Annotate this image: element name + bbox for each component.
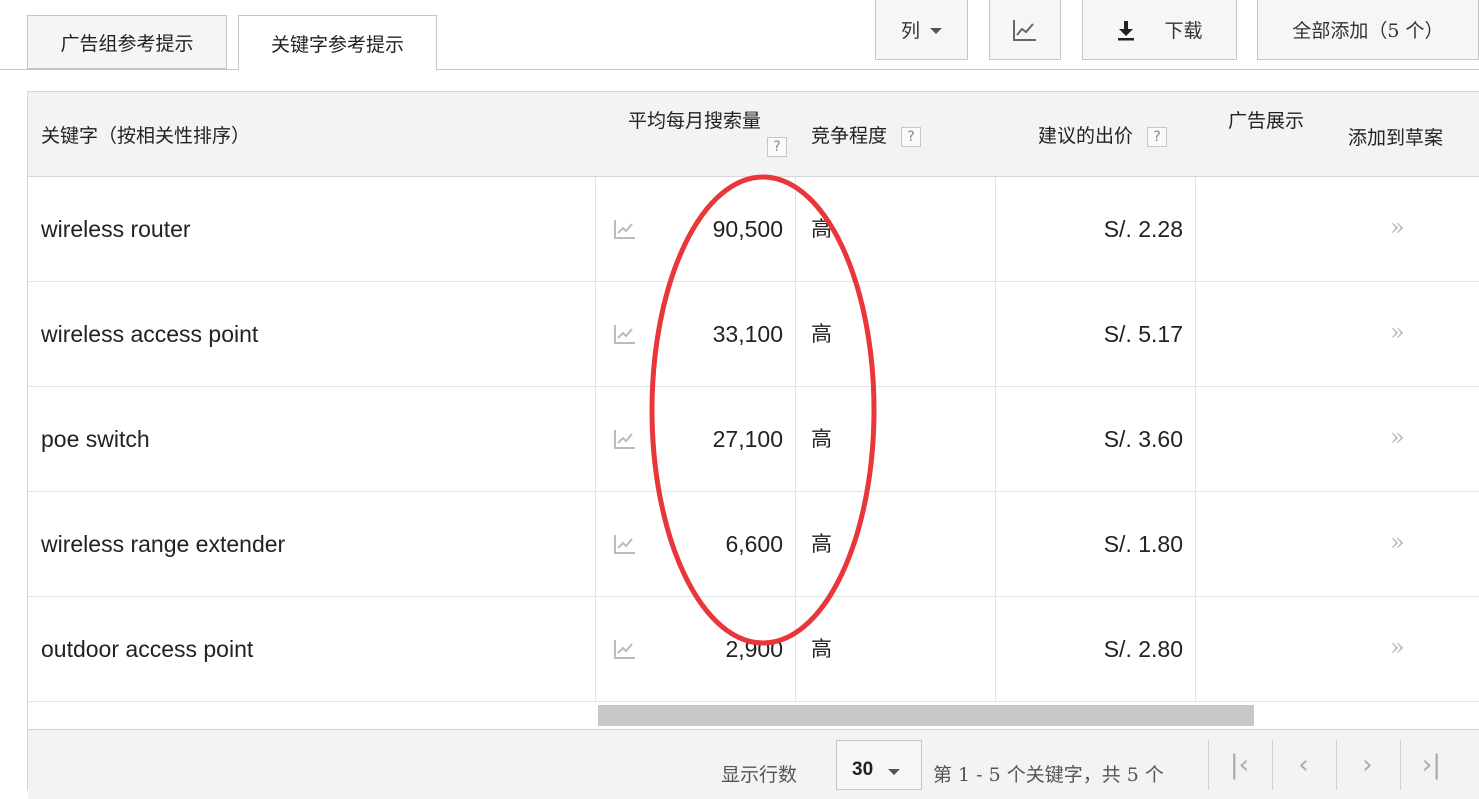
table-row: poe switch 27,100 高 S/. 3.60 » [28,387,1479,492]
column-divider [1195,492,1196,596]
last-page-icon[interactable]: ›| [1400,740,1462,790]
help-icon[interactable]: ? [767,137,787,157]
column-divider [795,282,796,386]
horizontal-scrollbar[interactable] [28,702,1479,729]
table-row: wireless router 90,500 高 S/. 2.28 » [28,177,1479,282]
top-bar: 广告组参考提示 关键字参考提示 列 下载 全部添加（5 个） [0,0,1479,71]
scrollbar-thumb[interactable] [598,705,1254,726]
keyword-cell: wireless router [41,216,191,242]
avg-monthly-searches-cell: 27,100 [712,426,783,452]
column-divider [595,387,596,491]
chart-icon[interactable] [613,323,637,345]
header-avg-monthly-searches[interactable]: 平均每月搜索量 [628,106,761,133]
next-page-icon[interactable]: › [1336,740,1398,790]
help-icon[interactable]: ? [901,127,922,147]
chevron-down-icon [930,28,942,34]
column-divider [595,597,596,701]
column-divider [795,387,796,491]
column-divider [595,492,596,596]
competition-cell: 高 [811,217,832,241]
keyword-cell: wireless range extender [41,531,286,557]
header-suggested-bid-label: 建议的出价 [1038,125,1134,147]
rows-per-page-value: 30 [852,759,874,780]
download-icon [1118,20,1135,40]
column-divider [795,177,796,281]
page-range-text: 第 1 - 5 个关键字，共 5 个 [933,764,1164,786]
avg-monthly-searches-cell: 33,100 [712,321,783,347]
keyword-table: 关键字（按相关性排序） 平均每月搜索量 ? 竞争程度 ? 建议的出价 ? 广告展… [27,91,1479,799]
column-divider [1195,177,1196,281]
tab-label: 广告组参考提示 [60,32,194,55]
add-all-label: 全部添加（5 个） [1292,20,1444,42]
download-label: 下载 [1164,20,1203,42]
suggested-bid-cell: S/. 2.80 [1103,636,1183,662]
table-row: outdoor access point 2,900 高 S/. 2.80 » [28,597,1479,702]
tab-ad-group-ideas[interactable]: 广告组参考提示 [27,15,227,69]
column-divider [595,177,596,281]
keyword-cell: wireless access point [41,321,259,347]
columns-label: 列 [900,20,920,42]
header-avg-monthly-label: 平均每月搜索量 [628,110,762,132]
columns-button[interactable]: 列 [875,0,968,60]
chart-icon[interactable] [613,638,637,660]
rows-per-page-select[interactable]: 30 [836,740,922,790]
competition-cell: 高 [811,532,832,556]
header-competition[interactable]: 竞争程度 ? [811,121,922,148]
suggested-bid-cell: S/. 2.28 [1103,216,1183,242]
chart-icon[interactable] [613,428,637,450]
chevron-down-icon [888,769,901,775]
add-to-draft-button[interactable]: » [1390,177,1405,281]
header-suggested-bid[interactable]: 建议的出价 ? [1038,121,1168,148]
header-add-to-draft: 添加到草案 [1348,127,1444,149]
chart-icon[interactable] [613,218,637,240]
header-competition-label: 竞争程度 [811,125,888,147]
chart-icon[interactable] [613,533,637,555]
column-divider [795,492,796,596]
chart-toggle-button[interactable] [989,0,1061,60]
suggested-bid-cell: S/. 3.60 [1103,426,1183,452]
header-keyword[interactable]: 关键字（按相关性排序） [41,121,250,148]
table-row: wireless access point 33,100 高 S/. 5.17 … [28,282,1479,387]
header-ad-impression-share[interactable]: 广告展示 [1228,106,1322,133]
keyword-cell: outdoor access point [41,636,254,662]
avg-monthly-searches-cell: 6,600 [725,531,783,557]
chart-icon [1013,19,1036,41]
tab-divider [0,69,1479,70]
table-header: 关键字（按相关性排序） 平均每月搜索量 ? 竞争程度 ? 建议的出价 ? 广告展… [28,92,1479,177]
column-divider [595,282,596,386]
avg-monthly-searches-cell: 2,900 [725,636,783,662]
suggested-bid-cell: S/. 5.17 [1103,321,1183,347]
table-row: wireless range extender 6,600 高 S/. 1.80… [28,492,1479,597]
suggested-bid-cell: S/. 1.80 [1103,531,1183,557]
add-to-draft-button[interactable]: » [1390,282,1405,386]
column-divider [1195,282,1196,386]
add-to-draft-button[interactable]: » [1390,597,1405,701]
help-icon[interactable]: ? [1147,127,1168,147]
pagination-footer: 显示行数 30 第 1 - 5 个关键字，共 5 个 |‹ ‹ › ›| [28,729,1479,799]
column-divider [795,597,796,701]
add-to-draft-button[interactable]: » [1390,387,1405,491]
competition-cell: 高 [811,322,832,346]
add-to-draft-button[interactable]: » [1390,492,1405,596]
column-divider [1195,597,1196,701]
prev-page-icon[interactable]: ‹ [1272,740,1334,790]
competition-cell: 高 [811,637,832,661]
tab-keyword-ideas[interactable]: 关键字参考提示 [238,15,437,71]
keyword-cell: poe switch [41,426,150,452]
column-divider [1195,387,1196,491]
rows-per-page-label: 显示行数 [721,764,798,786]
add-all-button[interactable]: 全部添加（5 个） [1257,0,1479,60]
competition-cell: 高 [811,427,832,451]
avg-monthly-searches-cell: 90,500 [712,216,783,242]
download-button[interactable]: 下载 [1082,0,1237,60]
tab-label: 关键字参考提示 [270,33,404,56]
first-page-icon[interactable]: |‹ [1208,740,1270,790]
